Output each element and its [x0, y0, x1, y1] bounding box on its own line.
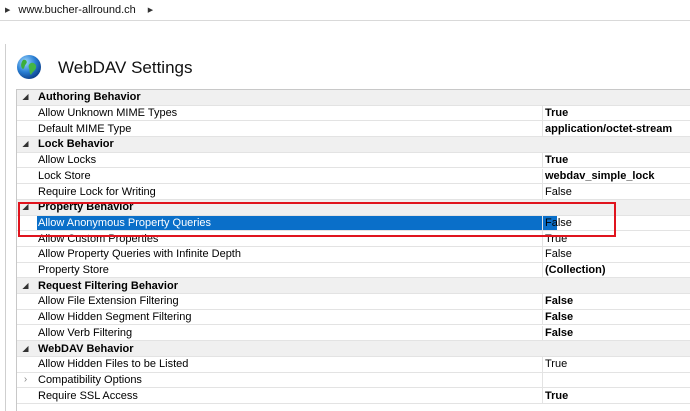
collapse-chevron-icon[interactable]: ◢ — [22, 203, 28, 211]
property-value[interactable]: True — [542, 105, 690, 121]
breadcrumb-item-site[interactable]: www.bucher-allround.ch — [18, 4, 135, 16]
row-gutter: ◢ — [17, 341, 34, 356]
property-row[interactable]: Allow File Extension Filtering False — [17, 294, 690, 310]
row-gutter — [17, 263, 34, 278]
property-name: Compatibility Options — [38, 373, 142, 386]
category-label: WebDAV Behavior — [38, 342, 134, 355]
property-value[interactable]: True — [542, 356, 690, 372]
property-value[interactable]: False — [542, 247, 690, 262]
row-gutter: ◢ — [17, 137, 34, 152]
row-gutter: ◢ — [17, 90, 34, 105]
category-label: Lock Behavior — [38, 138, 114, 151]
property-row[interactable]: Allow Custom Properties True — [17, 231, 690, 247]
property-row[interactable]: Allow Hidden Segment Filtering False — [17, 309, 690, 326]
property-value[interactable]: (Collection) — [542, 262, 690, 278]
property-name: Allow File Extension Filtering — [38, 295, 179, 308]
property-value[interactable]: False — [542, 309, 690, 325]
property-name: Allow Verb Filtering — [38, 326, 133, 339]
chevron-right-icon[interactable]: ▶ — [5, 6, 10, 14]
property-row[interactable]: Allow Hidden Files to be Listed True — [17, 356, 690, 373]
property-value[interactable] — [542, 372, 690, 388]
property-value[interactable]: False — [542, 294, 690, 309]
property-name: Require SSL Access — [38, 389, 138, 402]
category-row[interactable]: ◢ WebDAV Behavior — [17, 341, 690, 357]
property-row[interactable]: Default MIME Type application/octet-strea… — [17, 121, 690, 138]
category-row[interactable]: ◢ Request Filtering Behavior — [17, 278, 690, 295]
property-row[interactable]: Lock Store webdav_simple_lock — [17, 168, 690, 185]
row-gutter — [17, 310, 34, 325]
breadcrumb: ▶ www.bucher-allround.ch ▶ — [0, 0, 690, 21]
row-gutter — [17, 169, 34, 184]
property-name: Allow Hidden Segment Filtering — [38, 311, 192, 324]
category-label: Property Behavior — [38, 201, 134, 214]
row-gutter — [17, 326, 34, 341]
property-name: Require Lock for Writing — [38, 185, 156, 198]
property-name: Allow Custom Properties — [38, 232, 159, 245]
property-row[interactable]: Allow Property Queries with Infinite Dep… — [17, 247, 690, 263]
row-gutter: ◢ — [17, 200, 34, 215]
category-row[interactable]: ◢ Property Behavior — [17, 199, 690, 216]
property-row[interactable]: Allow Locks True — [17, 152, 690, 169]
row-gutter: › — [17, 373, 34, 388]
row-gutter — [17, 184, 34, 199]
property-value[interactable]: True — [542, 152, 690, 168]
property-row[interactable]: Require Lock for Writing False — [17, 184, 690, 200]
property-grid: ◢ Authoring Behavior Allow Unknown MIME Ty… — [16, 89, 690, 411]
page-title: WebDAV Settings — [58, 58, 193, 77]
property-row[interactable]: Require SSL Access True — [17, 388, 690, 404]
property-value[interactable]: True — [542, 388, 690, 403]
property-row[interactable]: Property Store (Collection) — [17, 262, 690, 279]
category-label: Request Filtering Behavior — [38, 279, 178, 292]
row-gutter: ◢ — [17, 278, 34, 293]
collapse-chevron-icon[interactable]: ◢ — [22, 281, 28, 290]
property-value[interactable]: webdav_simple_lock — [542, 168, 690, 184]
property-name: Lock Store — [38, 169, 91, 182]
row-gutter — [17, 247, 34, 262]
row-gutter — [17, 216, 34, 231]
property-row[interactable]: Allow Unknown MIME Types True — [17, 105, 690, 122]
row-gutter — [17, 153, 34, 168]
page-header — [16, 54, 42, 80]
webdav-globe-icon — [17, 55, 41, 79]
row-gutter — [17, 357, 34, 372]
category-label: Authoring Behavior — [38, 91, 141, 104]
row-gutter — [17, 388, 34, 403]
row-gutter — [17, 121, 34, 136]
row-gutter — [17, 106, 34, 121]
property-value[interactable]: False — [542, 325, 690, 341]
category-row[interactable]: ◢ Authoring Behavior — [17, 90, 690, 106]
row-gutter — [17, 231, 34, 246]
property-name: Allow Property Queries with Infinite Dep… — [38, 248, 241, 261]
property-name: Allow Anonymous Property Queries — [37, 215, 557, 231]
category-row[interactable]: ◢ Lock Behavior — [17, 137, 690, 153]
collapse-chevron-icon[interactable]: ◢ — [22, 140, 28, 148]
property-name: Allow Locks — [38, 154, 97, 167]
property-name: Allow Hidden Files to be Listed — [38, 358, 189, 371]
property-row[interactable]: Allow Anonymous Property Queries False — [17, 215, 690, 232]
property-name: Allow Unknown MIME Types — [38, 107, 178, 120]
property-value[interactable]: False — [542, 215, 690, 231]
collapse-chevron-icon[interactable]: ◢ — [22, 93, 28, 101]
property-value[interactable]: application/octet-stream — [542, 121, 690, 137]
property-value[interactable]: True — [542, 231, 690, 246]
row-gutter — [17, 294, 34, 309]
collapse-chevron-icon[interactable]: ◢ — [22, 344, 28, 353]
property-row[interactable]: › Compatibility Options — [17, 372, 690, 389]
property-value[interactable]: False — [542, 184, 690, 199]
expand-chevron-icon[interactable]: › — [24, 374, 27, 385]
property-row[interactable]: Allow Verb Filtering False — [17, 325, 690, 342]
property-name: Property Store — [38, 264, 109, 277]
panel-divider — [5, 44, 6, 411]
chevron-right-icon[interactable]: ▶ — [148, 6, 153, 14]
property-name: Default MIME Type — [38, 122, 132, 135]
